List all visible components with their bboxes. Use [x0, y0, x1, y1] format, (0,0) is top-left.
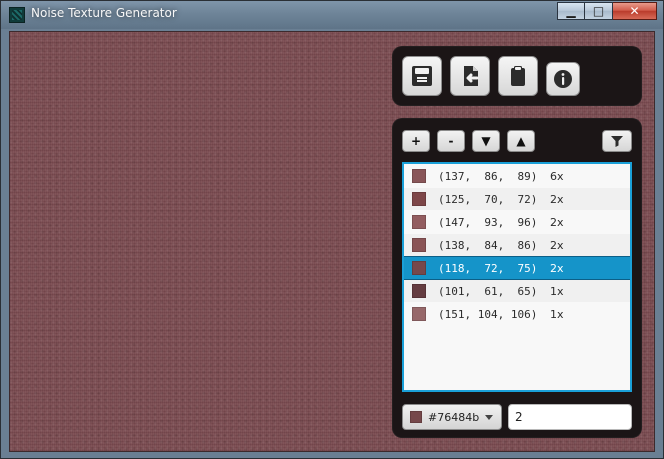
- app-icon: [9, 7, 25, 23]
- occurrence-count: 2x: [550, 192, 564, 206]
- minus-icon: -: [448, 134, 454, 148]
- file-export-icon: [464, 66, 479, 86]
- toolbar-panel: [392, 46, 642, 106]
- window-title: Noise Texture Generator: [31, 6, 177, 20]
- save-button[interactable]: [402, 56, 442, 96]
- occurrence-count: 2x: [550, 215, 564, 229]
- clipboard-button[interactable]: [498, 56, 538, 96]
- arrow-down-icon: ▼: [481, 134, 491, 148]
- title-bar: Noise Texture Generator ▁ □ ✕: [1, 1, 663, 29]
- color-swatch: [412, 238, 426, 252]
- rgb-value: (151, 104, 106): [438, 307, 538, 321]
- color-swatch: [412, 169, 426, 183]
- add-color-button[interactable]: +: [402, 130, 430, 152]
- occurrence-count: 6x: [550, 169, 564, 183]
- selected-color-swatch: [410, 411, 422, 423]
- rgb-value: (137, 86, 89): [438, 169, 538, 183]
- close-icon: ✕: [629, 4, 640, 18]
- color-row[interactable]: (138, 84, 86) 2x: [404, 234, 630, 256]
- maximize-icon: □: [592, 4, 605, 18]
- color-swatch: [412, 215, 426, 229]
- maximize-button[interactable]: □: [585, 2, 613, 20]
- close-button[interactable]: ✕: [613, 2, 657, 20]
- dropdown-chevron-icon: [485, 414, 493, 420]
- floppy-disk-icon: [412, 66, 432, 86]
- selected-color-dropdown[interactable]: #76484b: [402, 404, 502, 430]
- filter-button[interactable]: [602, 130, 632, 152]
- occurrence-count: 2x: [550, 261, 564, 275]
- move-down-button[interactable]: ▼: [472, 130, 500, 152]
- occurrence-count: 1x: [550, 307, 564, 321]
- colors-panel: + - ▼ ▲ (137, 86, 89) 6x (125, 70, 72) 2x (1…: [392, 118, 642, 438]
- app-window: Noise Texture Generator ▁ □ ✕ + - ▼ ▲ (1…: [0, 0, 664, 459]
- window-controls: ▁ □ ✕: [557, 2, 657, 22]
- color-row[interactable]: (147, 93, 96) 2x: [404, 211, 630, 233]
- rgb-value: (138, 84, 86): [438, 238, 538, 252]
- info-button[interactable]: [546, 62, 580, 96]
- minimize-icon: ▁: [566, 4, 576, 18]
- rgb-value: (118, 72, 75): [438, 261, 538, 275]
- color-list[interactable]: (137, 86, 89) 6x (125, 70, 72) 2x (147, 93, …: [402, 162, 632, 392]
- rgb-value: (147, 93, 96): [438, 215, 538, 229]
- count-input[interactable]: [508, 404, 632, 430]
- arrow-up-icon: ▲: [516, 134, 526, 148]
- filter-icon: [611, 136, 623, 147]
- color-row[interactable]: (101, 61, 65) 1x: [404, 280, 630, 302]
- info-icon: [554, 70, 572, 88]
- color-row[interactable]: (151, 104, 106) 1x: [404, 303, 630, 325]
- bottom-controls: #76484b: [402, 404, 632, 430]
- color-row[interactable]: (118, 72, 75) 2x: [404, 256, 630, 280]
- rgb-value: (125, 70, 72): [438, 192, 538, 206]
- occurrence-count: 1x: [550, 284, 564, 298]
- minimize-button[interactable]: ▁: [557, 2, 585, 20]
- color-swatch: [412, 284, 426, 298]
- color-swatch: [412, 192, 426, 206]
- selected-color-label: #76484b: [428, 410, 480, 424]
- rgb-value: (101, 61, 65): [438, 284, 538, 298]
- clipboard-icon: [511, 66, 525, 86]
- remove-color-button[interactable]: -: [437, 130, 465, 152]
- main-canvas: + - ▼ ▲ (137, 86, 89) 6x (125, 70, 72) 2x (1…: [9, 31, 655, 452]
- occurrence-count: 2x: [550, 238, 564, 252]
- color-row[interactable]: (137, 86, 89) 6x: [404, 165, 630, 187]
- color-swatch: [412, 261, 426, 275]
- export-button[interactable]: [450, 56, 490, 96]
- move-up-button[interactable]: ▲: [507, 130, 535, 152]
- color-row[interactable]: (125, 70, 72) 2x: [404, 188, 630, 210]
- color-swatch: [412, 307, 426, 321]
- plus-icon: +: [410, 134, 422, 148]
